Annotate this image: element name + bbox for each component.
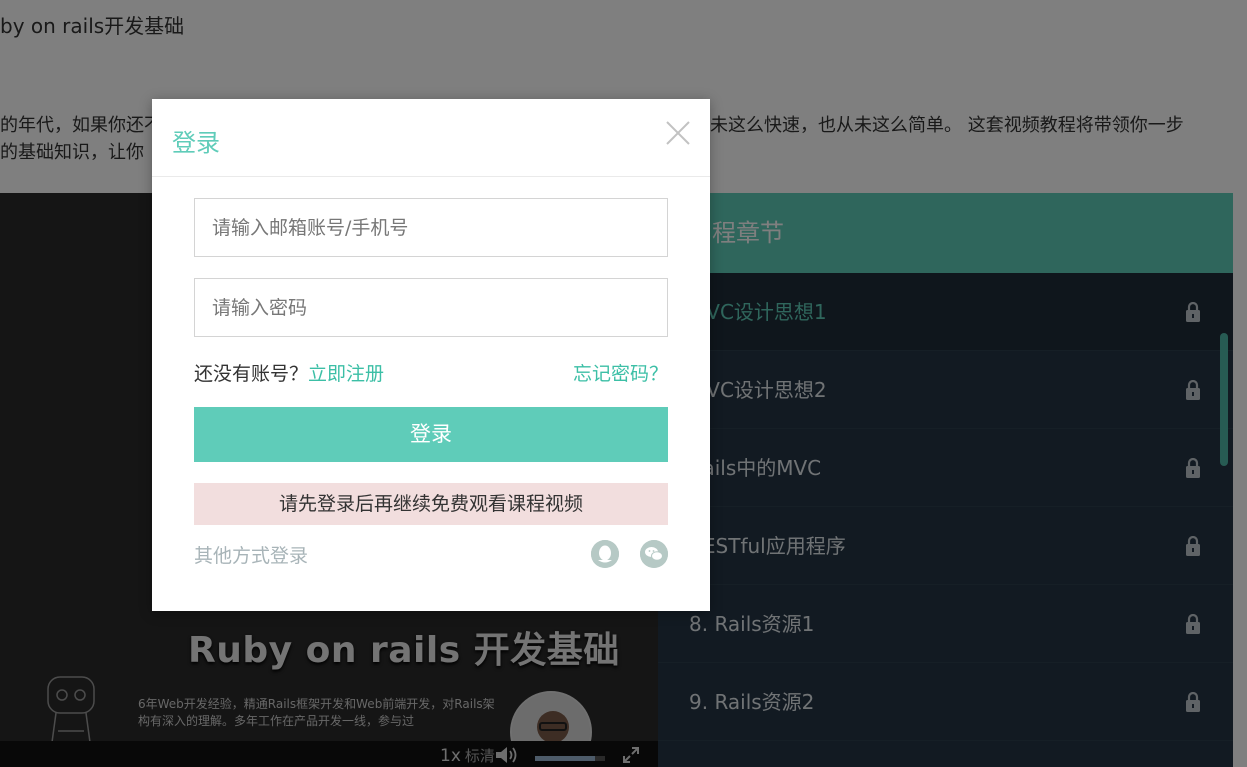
login-notice: 请先登录后再继续免费观看课程视频 bbox=[194, 483, 668, 525]
register-prompt: 还没有账号？立即注册 bbox=[194, 359, 384, 386]
no-account-text: 还没有账号？ bbox=[194, 363, 309, 385]
qq-penguin-icon bbox=[591, 540, 619, 568]
login-button[interactable]: 登录 bbox=[194, 407, 668, 462]
login-modal-header: 登录 bbox=[152, 99, 710, 177]
email-phone-input[interactable] bbox=[194, 198, 668, 257]
password-input[interactable] bbox=[194, 278, 668, 337]
other-login-label: 其他方式登录 bbox=[194, 545, 309, 567]
register-link[interactable]: 立即注册 bbox=[308, 363, 384, 385]
forgot-password-link[interactable]: 忘记密码？ bbox=[573, 359, 668, 386]
login-modal-title: 登录 bbox=[172, 129, 220, 157]
close-icon[interactable] bbox=[664, 119, 692, 147]
wechat-login-icon[interactable] bbox=[640, 540, 668, 568]
wechat-bubbles-icon bbox=[640, 540, 668, 568]
login-modal: 登录 还没有账号？立即注册 忘记密码？ 登录 请先登录后再继续免费观看课程视频 … bbox=[152, 99, 710, 611]
qq-login-icon[interactable] bbox=[591, 540, 619, 568]
